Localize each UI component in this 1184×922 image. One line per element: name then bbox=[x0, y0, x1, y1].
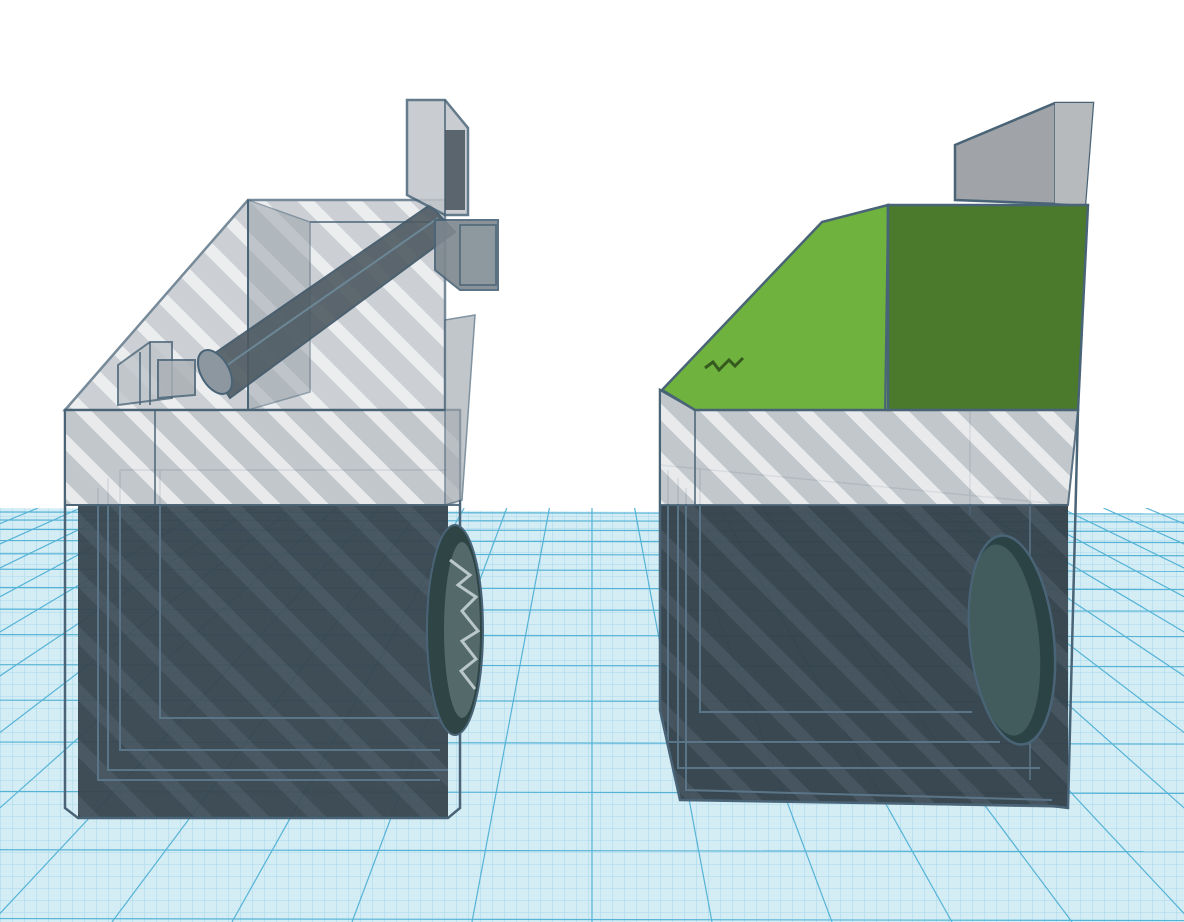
3d-viewport[interactable] bbox=[0, 0, 1184, 922]
left-base-band bbox=[64, 409, 461, 506]
left-assembly[interactable] bbox=[62, 98, 499, 820]
right-green-top-block bbox=[886, 203, 1090, 412]
right-assembly[interactable] bbox=[658, 101, 1095, 810]
scene-canvas[interactable] bbox=[0, 0, 1184, 922]
right-green-sloped-top bbox=[660, 203, 890, 412]
left-wheel[interactable] bbox=[426, 524, 484, 736]
